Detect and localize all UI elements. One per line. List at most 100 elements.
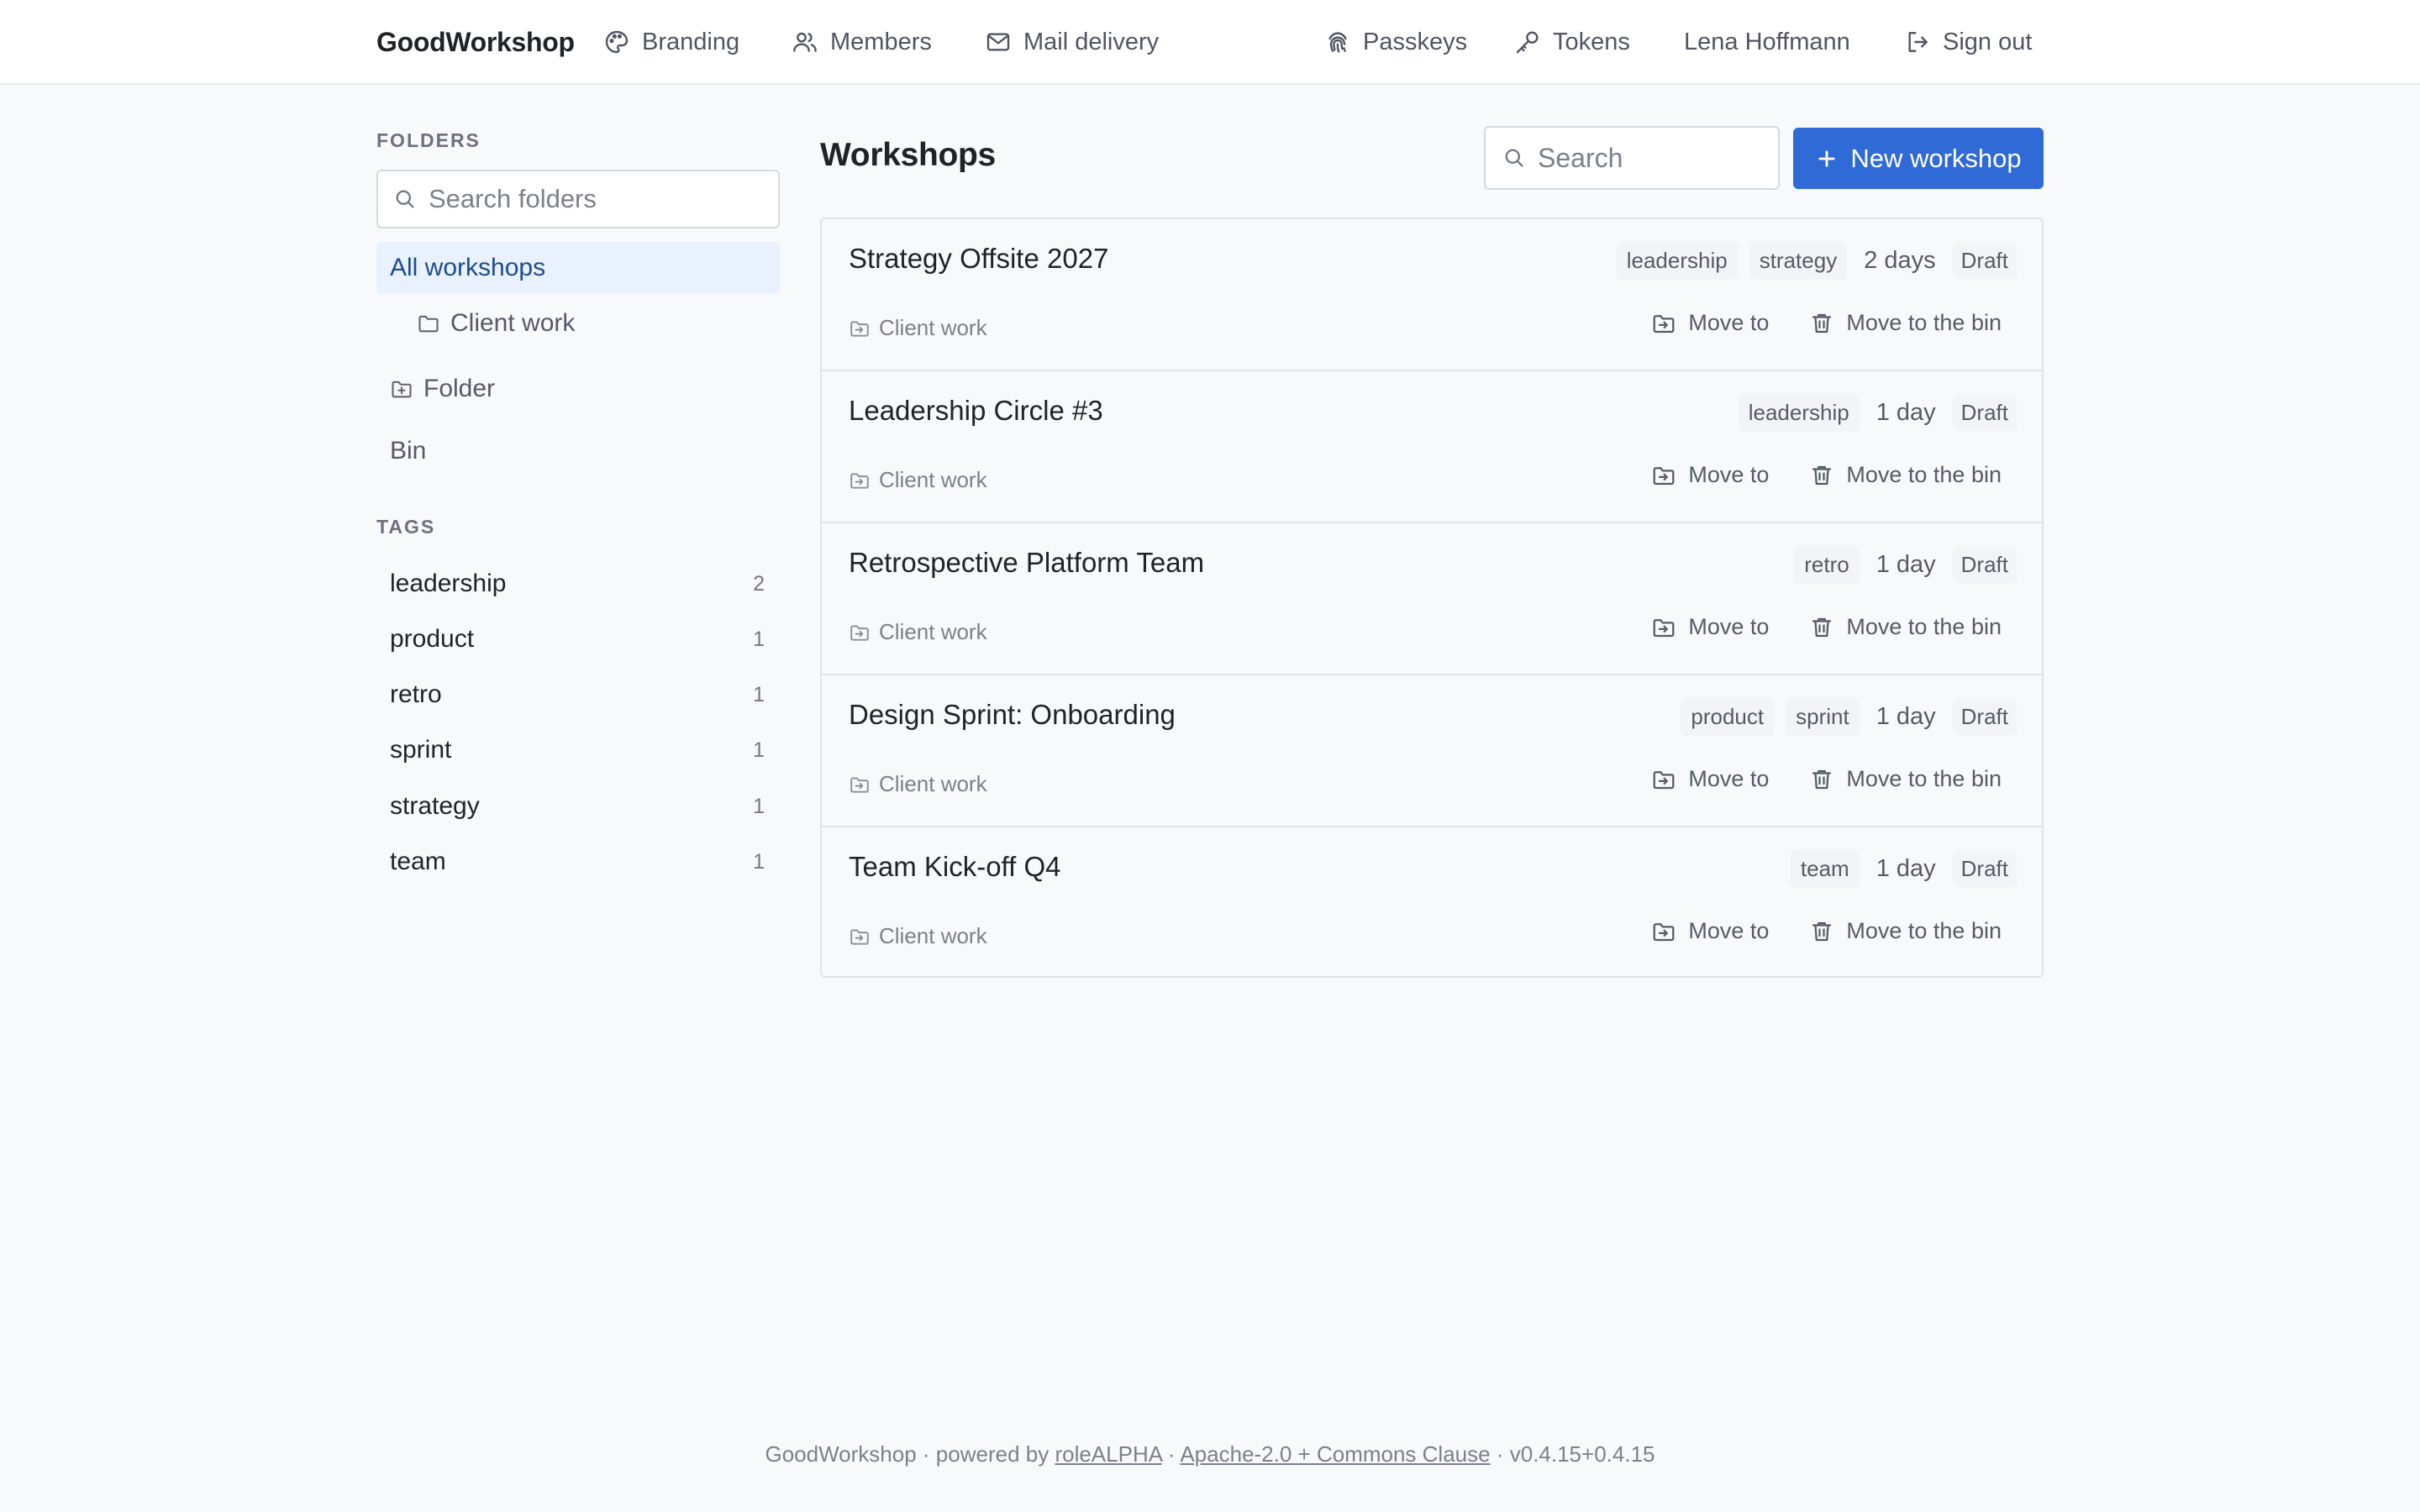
palette-icon [605,30,629,54]
workshop-row[interactable]: Leadership Circle #3 leadership 1 day Dr… [822,371,2042,523]
move-to-button[interactable]: Move to [1651,766,1769,792]
tag-filter-strategy[interactable]: strategy 1 [376,781,780,832]
workshop-tag: leadership [1616,241,1738,280]
move-to-bin-button[interactable]: Move to the bin [1809,766,2002,792]
workshop-tag: sprint [1786,697,1860,736]
workshop-actions: Move to Move to the bin [1651,310,2002,336]
workshop-title[interactable]: Retrospective Platform Team [849,547,1204,579]
nav-passkeys-label: Passkeys [1363,28,1468,55]
tag-name: team [390,848,446,875]
sidebar-item-label: Bin [390,437,427,465]
nav-passkeys[interactable]: Passkeys [1324,25,1467,59]
sidebar-item-all-workshops[interactable]: All workshops [376,242,780,294]
folder-move-icon [850,320,869,337]
workshop-actions: Move to Move to the bin [1651,766,2002,792]
new-folder-button[interactable]: Folder [376,363,780,415]
footer-brand: GoodWorkshop [765,1441,917,1467]
brand-logo[interactable]: GoodWorkshop [376,25,575,59]
new-workshop-label: New workshop [1850,143,2022,173]
nav-user-profile[interactable]: Lena Hoffmann [1684,25,1850,59]
status-badge: Draft [1952,850,2017,887]
workshop-search-box[interactable] [1484,126,1780,190]
trash-icon [1812,921,1832,941]
move-to-bin-button[interactable]: Move to the bin [1809,614,2002,640]
tag-filter-sprint[interactable]: sprint 1 [376,725,780,775]
workshop-tag: strategy [1749,241,1848,280]
workshop-folder-label: Client work [879,923,987,948]
move-to-bin-label: Move to the bin [1846,918,2002,943]
workshop-title[interactable]: Strategy Offsite 2027 [849,243,1108,275]
nav-members-label: Members [830,28,932,55]
users-icon [793,32,817,52]
workshop-title[interactable]: Design Sprint: Onboarding [849,699,1176,731]
move-to-bin-button[interactable]: Move to the bin [1809,918,2002,944]
workshop-row[interactable]: Retrospective Platform Team retro 1 day … [822,523,2042,675]
workshop-meta: product sprint 1 day Draft [1681,697,2017,736]
workshop-folder-label: Client work [879,619,987,644]
trash-icon [1812,617,1832,637]
tag-name: leadership [390,570,507,597]
tag-filter-product[interactable]: product 1 [376,614,780,664]
workshop-folder: Client work [849,619,987,645]
tag-name: retro [390,680,442,708]
footer: GoodWorkshop · powered by roleALPHA · Ap… [0,1441,2420,1467]
move-to-bin-button[interactable]: Move to the bin [1809,310,2002,336]
move-to-bin-label: Move to the bin [1846,614,2002,639]
sign-out-icon [1908,32,1928,52]
workshop-search-input[interactable] [1538,142,1773,174]
move-to-button[interactable]: Move to [1651,310,1769,336]
workshop-actions: Move to Move to the bin [1651,614,2002,640]
top-navigation-bar: GoodWorkshop Branding Members Mail deliv… [0,0,2420,85]
folder-move-icon [850,928,869,945]
workshop-row[interactable]: Team Kick-off Q4 team 1 day Draft Client… [822,827,2042,979]
fingerprint-icon [1328,32,1347,53]
move-to-bin-label: Move to the bin [1846,766,2002,791]
nav-members[interactable]: Members [792,25,932,59]
footer-role-link[interactable]: roleALPHA [1055,1441,1161,1467]
move-to-button[interactable]: Move to [1651,614,1769,640]
workshop-tag: retro [1794,545,1860,584]
workshop-list: Strategy Offsite 2027 leadership strateg… [820,218,2044,978]
folder-search-box[interactable] [376,170,780,228]
footer-license-link[interactable]: Apache-2.0 + Commons Clause [1180,1441,1490,1467]
status-badge: Draft [1952,698,2017,735]
workshop-row[interactable]: Design Sprint: Onboarding product sprint… [822,675,2042,827]
workshop-duration: 2 days [1864,246,1936,274]
tag-filter-retro[interactable]: retro 1 [376,669,780,720]
folder-move-icon [850,776,869,793]
status-badge: Draft [1952,394,2017,431]
tag-name: strategy [390,792,480,820]
trash-icon [1812,769,1832,789]
tag-filter-leadership[interactable]: leadership 2 [376,559,780,609]
footer-separator: · [1496,1441,1504,1467]
nav-mail-delivery[interactable]: Mail delivery [985,25,1159,59]
workshop-folder-label: Client work [879,467,987,492]
move-to-bin-button[interactable]: Move to the bin [1809,462,2002,488]
workshop-duration: 1 day [1876,398,1936,426]
workshop-title[interactable]: Team Kick-off Q4 [849,851,1060,883]
workshop-meta: team 1 day Draft [1790,849,2017,888]
tag-count: 1 [753,682,765,706]
sidebar-item-bin[interactable]: Bin [376,425,780,477]
workshop-meta: retro 1 day Draft [1794,545,2017,584]
folders-heading: FOLDERS [376,129,481,151]
move-to-button[interactable]: Move to [1651,918,1769,944]
nav-sign-out[interactable]: Sign out [1904,25,2032,59]
workshop-row[interactable]: Strategy Offsite 2027 leadership strateg… [822,219,2042,371]
sidebar-item-client-work[interactable]: Client work [376,297,780,349]
tag-filter-team[interactable]: team 1 [376,837,780,887]
folder-move-icon [1653,770,1675,789]
folder-search-input[interactable] [429,184,765,214]
move-to-label: Move to [1688,918,1770,943]
move-to-label: Move to [1688,766,1770,791]
nav-tokens[interactable]: Tokens [1514,25,1630,59]
footer-separator: · [1167,1441,1176,1467]
nav-branding[interactable]: Branding [603,25,739,59]
new-workshop-button[interactable]: New workshop [1793,128,2044,189]
move-to-button[interactable]: Move to [1651,462,1769,488]
workshop-title[interactable]: Leadership Circle #3 [849,395,1103,427]
search-icon [396,190,414,208]
workshop-folder: Client work [849,315,987,341]
search-icon [1505,149,1523,167]
trash-icon [1812,465,1832,485]
